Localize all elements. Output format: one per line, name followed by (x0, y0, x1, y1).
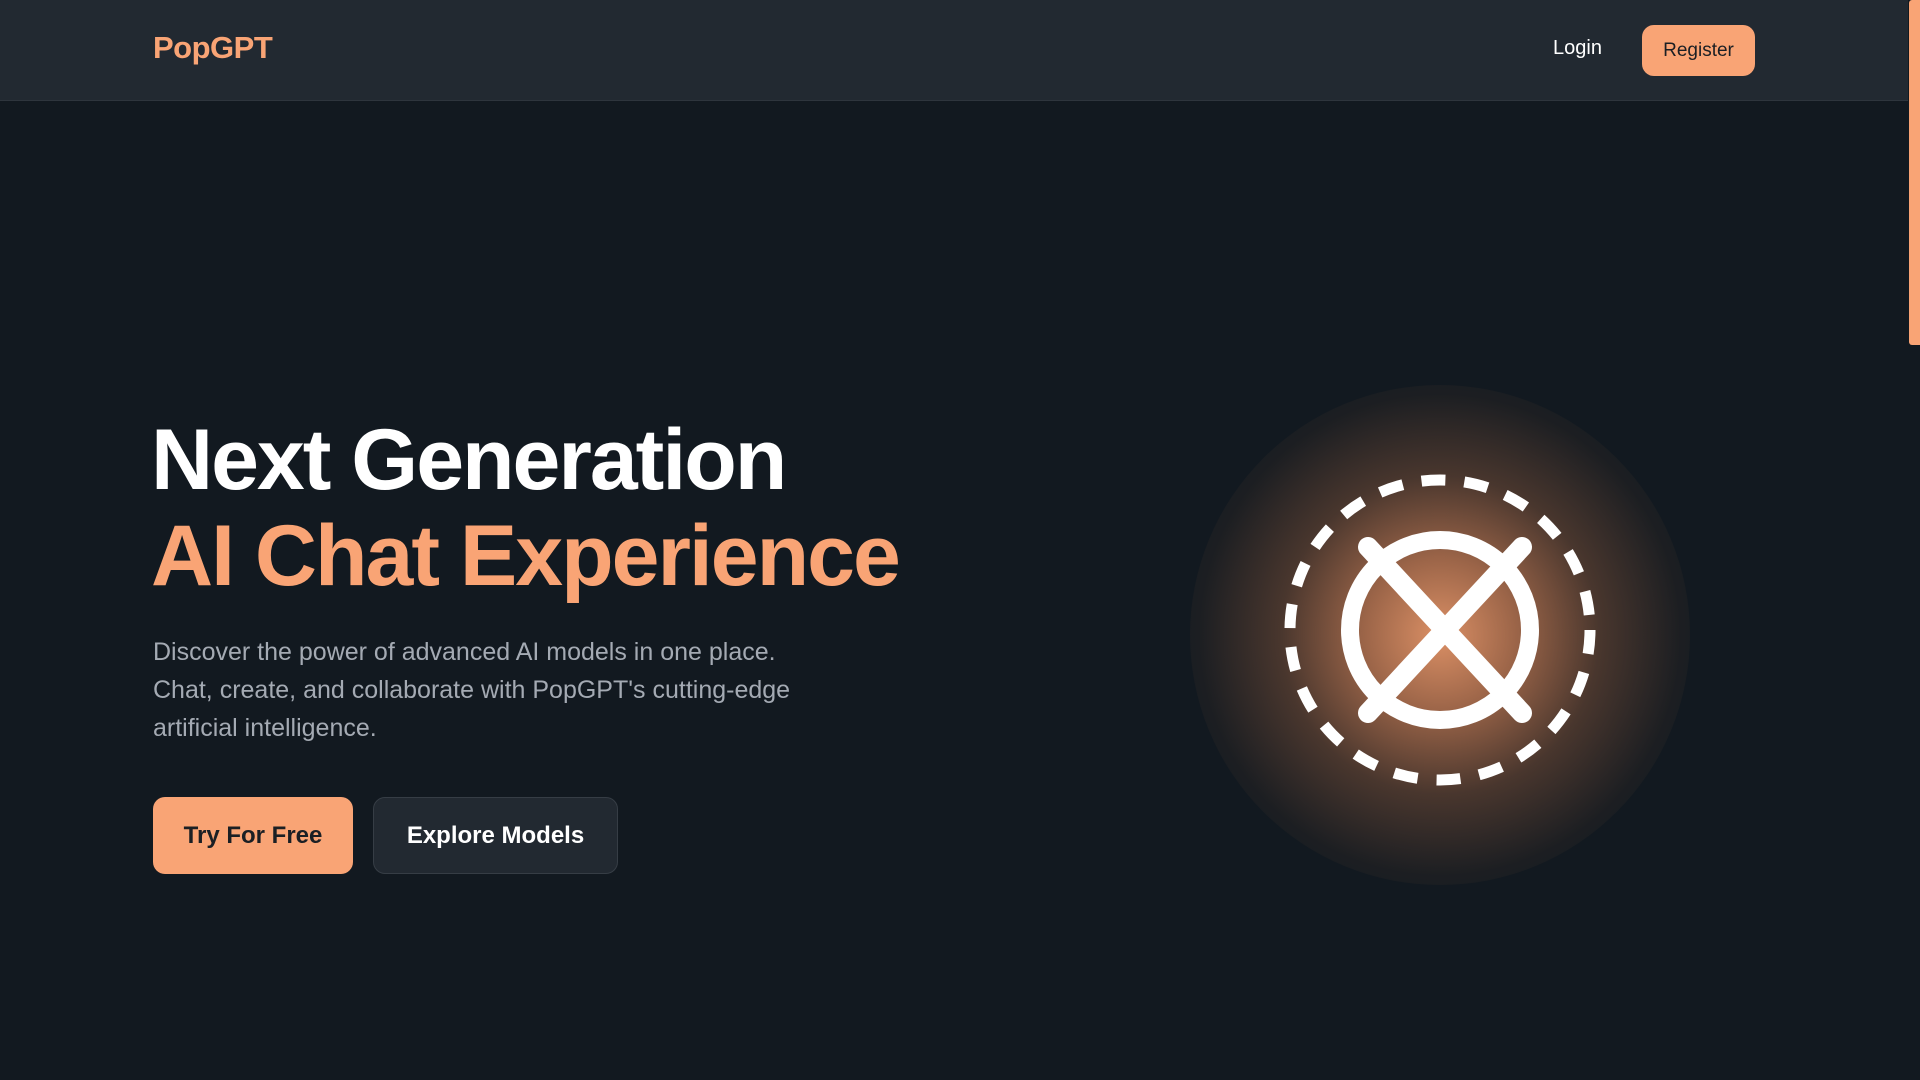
hero-emblem (1190, 385, 1690, 885)
brand-logo[interactable]: PopGPT (153, 30, 273, 66)
scrollbar-thumb[interactable] (1909, 0, 1920, 345)
hero-description: Discover the power of advanced AI models… (153, 638, 791, 742)
dashed-circle-x-logo-icon (1284, 474, 1596, 786)
hero-title: Next Generation (151, 412, 787, 508)
top-navbar: PopGPT Login Register (0, 0, 1908, 101)
register-button[interactable]: Register (1642, 25, 1755, 76)
explore-models-button[interactable]: Explore Models (373, 797, 618, 874)
hero-title-accent: AI Chat Experience (151, 508, 901, 604)
landing-page: PopGPT Login Register Next Generation AI… (0, 0, 1920, 1080)
try-for-free-button[interactable]: Try For Free (153, 797, 353, 874)
login-link[interactable]: Login (1553, 37, 1602, 60)
